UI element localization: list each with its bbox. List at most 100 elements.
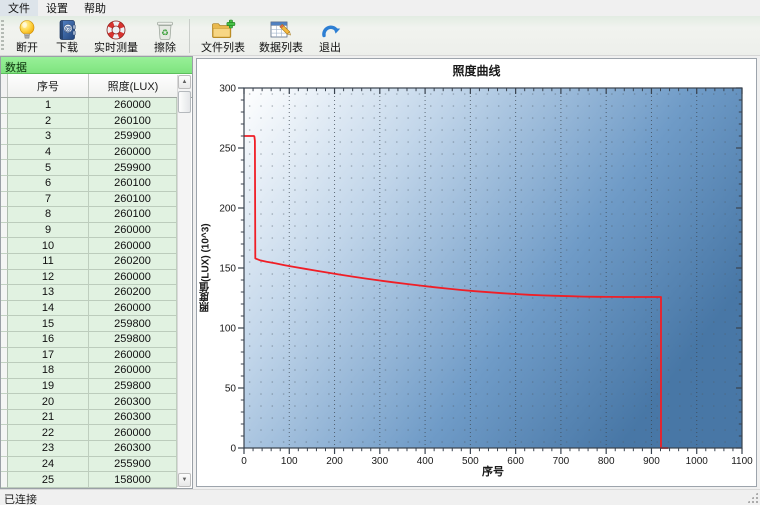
toolbar-grip[interactable] bbox=[1, 19, 4, 52]
cell-lux: 260100 bbox=[89, 207, 177, 223]
table-row[interactable]: 18 260000 bbox=[1, 363, 178, 379]
table-row[interactable]: 24 255900 bbox=[1, 456, 178, 473]
resize-grip-icon[interactable] bbox=[746, 491, 759, 504]
cell-index: 22 bbox=[8, 425, 89, 442]
toolbar-button-6[interactable]: 退出 bbox=[311, 17, 349, 55]
table-row[interactable]: 11 260200 bbox=[1, 253, 178, 270]
table-row[interactable]: 1 260000 bbox=[1, 98, 178, 114]
address-book-icon: @ bbox=[54, 18, 80, 42]
chart-y-axis-label: 照度值(LUX) (10^3) bbox=[200, 223, 212, 313]
table-pencil-icon bbox=[268, 18, 294, 42]
cell-index: 19 bbox=[8, 378, 89, 395]
toolbar-button-label: 擦除 bbox=[154, 42, 176, 54]
row-stub bbox=[1, 285, 8, 301]
row-stub bbox=[1, 409, 8, 426]
row-stub bbox=[1, 456, 8, 473]
cell-index: 20 bbox=[8, 394, 89, 410]
cell-index: 16 bbox=[8, 331, 89, 348]
table-row[interactable]: 4 260000 bbox=[1, 144, 178, 161]
table-row[interactable]: 20 260300 bbox=[1, 394, 178, 410]
cell-lux: 260200 bbox=[89, 253, 177, 270]
cell-index: 25 bbox=[8, 472, 89, 488]
cell-index: 1 bbox=[8, 98, 89, 114]
toolbar-button-label: 断开 bbox=[16, 42, 38, 54]
row-stub bbox=[1, 472, 8, 488]
cell-lux: 260300 bbox=[89, 394, 177, 410]
row-stub bbox=[1, 113, 8, 130]
lifebuoy-icon bbox=[103, 18, 129, 42]
table-row[interactable]: 6 260100 bbox=[1, 175, 178, 192]
table-row[interactable]: 7 260100 bbox=[1, 191, 178, 208]
cell-lux: 260000 bbox=[89, 144, 177, 161]
cell-index: 17 bbox=[8, 347, 89, 364]
row-stub bbox=[1, 363, 8, 379]
row-stub bbox=[1, 238, 8, 254]
table-row[interactable]: 21 260300 bbox=[1, 409, 178, 426]
svg-text:♻: ♻ bbox=[161, 28, 169, 38]
cell-index: 24 bbox=[8, 456, 89, 473]
table-row[interactable]: 14 260000 bbox=[1, 300, 178, 317]
column-header-index: 序号 bbox=[8, 74, 89, 97]
cell-lux: 260000 bbox=[89, 222, 177, 239]
cell-index: 10 bbox=[8, 238, 89, 254]
table-row[interactable]: 22 260000 bbox=[1, 425, 178, 442]
row-stub bbox=[1, 144, 8, 161]
menu-item-0[interactable]: 文件 bbox=[0, 0, 38, 17]
toolbar-button-2[interactable]: 实时测量 bbox=[88, 17, 144, 55]
cell-index: 8 bbox=[8, 207, 89, 223]
scroll-down-icon[interactable]: ▼ bbox=[178, 473, 191, 487]
row-stub bbox=[1, 269, 8, 286]
chart-panel: 照度曲线 0 100 200 300 400 500 600 700 800 900 1000 110… bbox=[196, 58, 757, 487]
cell-lux: 260000 bbox=[89, 347, 177, 364]
toolbar: 断开 @ 下载 实时测量 ♻ 擦除 文件列表 数据列表 退出 bbox=[0, 16, 760, 56]
cell-lux: 260000 bbox=[89, 363, 177, 379]
table-row[interactable]: 15 259800 bbox=[1, 316, 178, 332]
toolbar-button-label: 实时测量 bbox=[94, 42, 138, 54]
table-scrollbar[interactable]: ▲ ▼ bbox=[177, 75, 191, 487]
toolbar-button-0[interactable]: 断开 bbox=[8, 17, 46, 55]
cell-index: 18 bbox=[8, 363, 89, 379]
table-row[interactable]: 23 260300 bbox=[1, 441, 178, 457]
svg-text:200: 200 bbox=[219, 204, 236, 215]
connection-status: 已连接 bbox=[4, 494, 37, 505]
svg-text:250: 250 bbox=[219, 144, 236, 155]
row-stub bbox=[1, 160, 8, 176]
table-header-stub bbox=[1, 74, 8, 97]
column-header-lux: 照度(LUX) bbox=[107, 80, 159, 93]
toolbar-button-4[interactable]: 文件列表 bbox=[195, 17, 251, 55]
exit-arrow-icon bbox=[317, 18, 343, 42]
svg-text:150: 150 bbox=[219, 264, 236, 275]
row-stub bbox=[1, 129, 8, 145]
svg-text:0: 0 bbox=[230, 444, 236, 455]
cell-index: 13 bbox=[8, 285, 89, 301]
table-row[interactable]: 12 260000 bbox=[1, 269, 178, 286]
table-row[interactable]: 2 260100 bbox=[1, 113, 178, 130]
toolbar-button-1[interactable]: @ 下载 bbox=[48, 17, 86, 55]
table-row[interactable]: 5 259900 bbox=[1, 160, 178, 176]
row-stub bbox=[1, 347, 8, 364]
table-row[interactable]: 19 259800 bbox=[1, 378, 178, 395]
table-row[interactable]: 17 260000 bbox=[1, 347, 178, 364]
menu-item-2[interactable]: 帮助 bbox=[76, 0, 114, 17]
cell-index: 15 bbox=[8, 316, 89, 332]
table-row[interactable]: 25 158000 bbox=[1, 472, 178, 488]
cell-lux: 260000 bbox=[89, 425, 177, 442]
cell-index: 23 bbox=[8, 441, 89, 457]
cell-index: 5 bbox=[8, 160, 89, 176]
menu-item-1[interactable]: 设置 bbox=[38, 0, 76, 17]
table-body: 1 260000 2 260100 3 259900 4 260000 5 259900 6 2601… bbox=[1, 98, 178, 488]
table-row[interactable]: 16 259800 bbox=[1, 331, 178, 348]
scrollbar-thumb[interactable] bbox=[178, 91, 191, 113]
table-row[interactable]: 3 259900 bbox=[1, 129, 178, 145]
toolbar-button-3[interactable]: ♻ 擦除 bbox=[146, 17, 184, 55]
cell-index: 11 bbox=[8, 253, 89, 270]
table-row[interactable]: 8 260100 bbox=[1, 207, 178, 223]
table-row[interactable]: 13 260200 bbox=[1, 285, 178, 301]
cell-lux: 259900 bbox=[89, 160, 177, 176]
toolbar-button-label: 数据列表 bbox=[259, 42, 303, 54]
table-row[interactable]: 9 260000 bbox=[1, 222, 178, 239]
toolbar-button-5[interactable]: 数据列表 bbox=[253, 17, 309, 55]
data-panel-title: 数据 bbox=[1, 57, 192, 74]
table-row[interactable]: 10 260000 bbox=[1, 238, 178, 254]
scroll-up-icon[interactable]: ▲ bbox=[178, 75, 191, 89]
